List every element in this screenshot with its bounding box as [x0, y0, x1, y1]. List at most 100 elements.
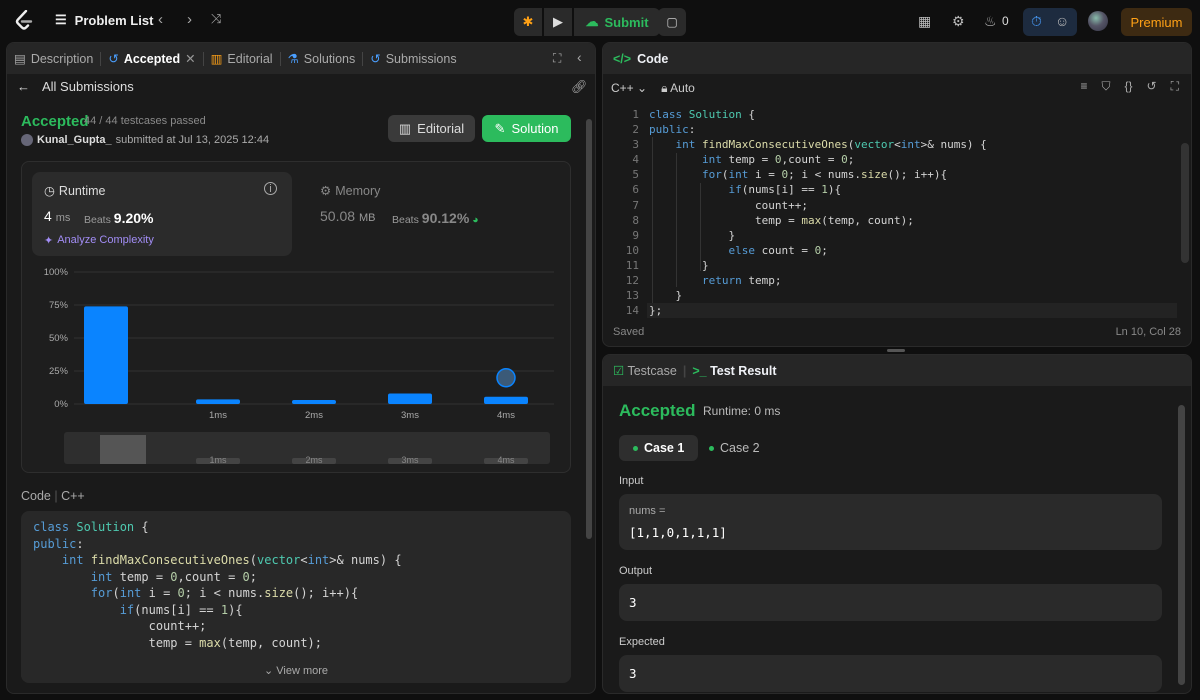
tab-accepted[interactable]: ↺ Accepted ✕ — [101, 43, 202, 74]
save-status: Saved — [613, 326, 645, 338]
my-submission-marker — [496, 367, 516, 388]
submitted-time: submitted at Jul 13, 2025 12:44 — [115, 134, 270, 146]
book-icon: ▥ — [210, 52, 223, 66]
format-icon[interactable]: ≡ — [1080, 79, 1087, 94]
submit-button[interactable]: ☁ Submit — [574, 8, 660, 36]
language-select[interactable]: C++ ⌄ — [611, 81, 647, 96]
share-link-icon[interactable]: 🔗︎ — [571, 79, 588, 95]
lock-icon: 🔒︎ — [661, 81, 668, 95]
settings-gear-icon[interactable]: ⚙ — [952, 13, 965, 30]
test-runtime: Runtime: 0 ms — [703, 404, 781, 418]
y-tick-label: 25% — [49, 366, 69, 377]
runtime-distribution-chart: 100% 75% 50% 25% 0% 1ms 2ms 3ms 4ms 1ms 2ms 3ms 4ms — [44, 267, 554, 465]
view-more-button[interactable]: ⌄ View more — [21, 656, 571, 677]
panel-resize-handle[interactable] — [887, 349, 905, 352]
chevron-down-icon: ⌄ — [637, 81, 648, 95]
leetcode-logo-icon[interactable] — [14, 10, 34, 32]
range-navigator-handle — [100, 435, 146, 464]
run-toolbar: ✱ ▶ ☁ Submit — [514, 8, 660, 36]
submitted-by: Kunal_Gupta_ submitted at Jul 13, 2025 1… — [21, 134, 269, 146]
output-box: 3 — [619, 584, 1162, 621]
timer-group: ⏱ ☺ — [1023, 8, 1077, 36]
terminal-icon: >_ — [692, 363, 707, 378]
y-tick-label: 100% — [44, 267, 69, 278]
code-section-header: Code | C++ — [21, 489, 85, 503]
history-icon: ↺ — [108, 52, 119, 66]
checkbox-icon: ☑ — [613, 364, 625, 378]
line-numbers: 1 2 3 4 5 6 7 8 9 10 11 12 13 14 — [625, 108, 639, 318]
shuffle-icon[interactable]: ⤨ — [211, 11, 221, 27]
document-icon: ▤ — [14, 52, 26, 66]
case-1-tab[interactable]: Case 1 — [619, 435, 699, 461]
editor-options: C++ ⌄ 🔒︎ Auto — [611, 81, 695, 96]
code-editor[interactable]: 1 2 3 4 5 6 7 8 9 10 11 12 13 14 class Solution { pub… — [603, 103, 1191, 318]
book-icon: ▥ — [398, 120, 412, 136]
flask-icon: ⚗ — [287, 52, 299, 66]
editorial-button[interactable]: ▥ Editorial — [388, 115, 475, 142]
expected-value: 3 — [629, 666, 637, 681]
tab-solutions[interactable]: ⚗ Solutions — [281, 43, 363, 74]
collapse-left-icon[interactable]: ‹ — [577, 49, 582, 65]
tab-description[interactable]: ▤ Description — [7, 43, 100, 74]
x-tick-label: 2ms — [305, 410, 323, 421]
debug-button[interactable]: ✱ — [514, 8, 542, 36]
run-button[interactable]: ▶ — [544, 8, 572, 36]
fire-streak-icon[interactable]: ♨ — [984, 13, 997, 30]
case-2-tab[interactable]: Case 2 — [695, 435, 774, 461]
submission-status: Accepted — [21, 113, 89, 130]
x-tick-label: 3ms — [401, 410, 419, 421]
tab-testcase[interactable]: ☑ Testcase — [613, 363, 677, 378]
expected-box: 3 — [619, 655, 1162, 692]
all-submissions-link[interactable]: ← All Submissions — [17, 79, 134, 94]
user-avatar-small — [21, 134, 33, 146]
bug-icon: ✱ — [522, 14, 534, 29]
reset-icon[interactable]: ↺ — [1147, 79, 1157, 94]
navigator-label: 3ms — [401, 455, 419, 465]
layout-icon[interactable]: ▦ — [918, 13, 931, 30]
runtime-bar — [388, 393, 432, 404]
tab-submissions[interactable]: ↺ Submissions — [363, 43, 463, 74]
tab-editorial[interactable]: ▥ Editorial — [204, 43, 280, 74]
bookmark-icon[interactable]: ⛉ — [1102, 79, 1111, 94]
notes-button[interactable]: ▢ — [658, 8, 686, 36]
list-icon: ☰ — [55, 12, 67, 27]
maximize-icon[interactable]: ⛶ — [553, 51, 561, 66]
tab-test-result[interactable]: >_ Test Result — [692, 364, 776, 378]
editor-code[interactable]: class Solution { public: int findMaxCons… — [649, 107, 987, 318]
stopwatch-icon[interactable]: ⏱ — [1031, 13, 1042, 30]
braces-icon[interactable]: {} — [1125, 79, 1133, 94]
navigator-label: 4ms — [497, 455, 515, 465]
runtime-bar — [484, 396, 528, 404]
left-scrollbar[interactable] — [586, 119, 592, 539]
edit-icon: ✎ — [494, 120, 506, 136]
user-avatar[interactable] — [1088, 11, 1108, 31]
problem-list-button[interactable]: ☰ Problem List — [55, 12, 153, 28]
chevron-down-icon: ⌄ — [263, 665, 274, 677]
close-tab-icon[interactable]: ✕ — [185, 51, 195, 66]
code-tab-header: </> Code — [603, 43, 1191, 74]
output-label: Output — [619, 565, 653, 577]
next-problem-icon[interactable]: › — [187, 11, 192, 28]
play-icon: ▶ — [553, 14, 563, 29]
streak-count: 0 — [1002, 14, 1009, 28]
autocomplete-toggle[interactable]: 🔒︎ Auto — [661, 81, 695, 96]
editor-scrollbar[interactable] — [1181, 143, 1189, 263]
navigator-label: 2ms — [305, 455, 323, 465]
prev-problem-icon[interactable]: ‹ — [158, 11, 163, 28]
username-link[interactable]: Kunal_Gupta_ — [37, 134, 112, 146]
pass-dot — [633, 445, 638, 451]
add-friend-icon[interactable]: ☺ — [1055, 13, 1069, 29]
runtime-bar — [84, 306, 128, 404]
submitted-code: class Solution { public: int findMaxCons… — [33, 520, 402, 650]
editor-toolbar: ≡ ⛉ {} ↺ ⛶ — [1080, 79, 1179, 94]
submission-panel: ▤ Description ↺ Accepted ✕ ▥ Editorial ⚗ Solu… — [6, 42, 596, 694]
fullscreen-icon[interactable]: ⛶ — [1171, 79, 1179, 94]
result-scrollbar[interactable] — [1178, 405, 1185, 685]
solution-button[interactable]: ✎ Solution — [482, 115, 571, 142]
left-tab-bar: ▤ Description ↺ Accepted ✕ ▥ Editorial ⚗ Solu… — [7, 43, 595, 74]
navigator-label: 1ms — [209, 455, 227, 465]
premium-button[interactable]: Premium — [1121, 8, 1192, 36]
test-result-panel: ☑ Testcase | >_ Test Result Accepted Run… — [602, 354, 1192, 694]
input-value: [1,1,0,1,1,1] — [629, 525, 727, 540]
code-icon: </> — [613, 51, 632, 66]
